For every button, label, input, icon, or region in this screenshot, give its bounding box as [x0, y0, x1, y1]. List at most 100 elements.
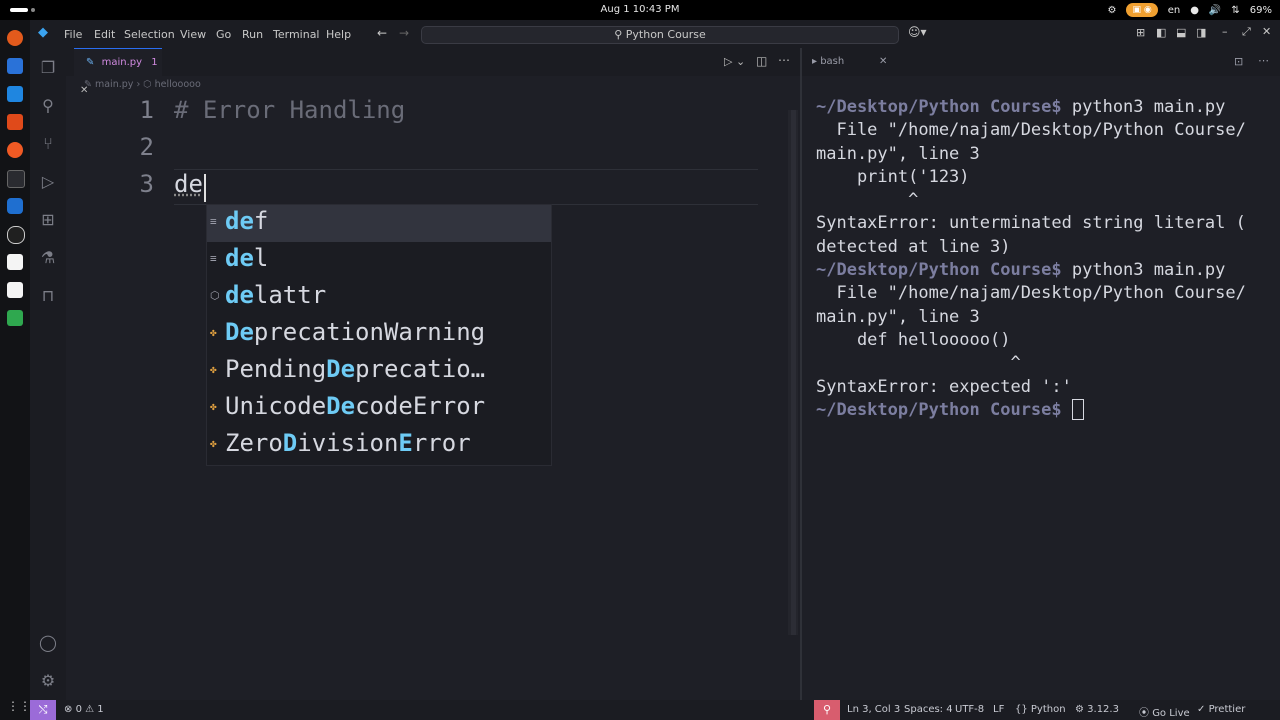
suggestion-item[interactable]: ≡ def	[207, 205, 551, 242]
keyboard-language[interactable]: en	[1168, 5, 1181, 16]
run-file-icon[interactable]: ▷ ⌄	[724, 55, 745, 68]
zoom-icon[interactable]: ⚲	[814, 700, 840, 720]
terminal-text: print('123)	[816, 166, 970, 187]
breadcrumb-file[interactable]: main.py	[95, 79, 133, 90]
firefox-icon[interactable]	[7, 30, 23, 46]
menu-run[interactable]: Run	[242, 28, 263, 41]
show-apps-icon[interactable]: ⋮⋮	[7, 698, 31, 714]
toggle-secondary-sidebar-icon[interactable]: ◨	[1196, 26, 1206, 39]
terminal-text: detected at line 3)	[816, 236, 1011, 257]
suggestion-item[interactable]: ≡ del	[207, 242, 551, 279]
python-icon: ⚙	[1075, 704, 1088, 715]
more-actions-icon[interactable]: ⋯	[778, 53, 790, 67]
vscode-logo-icon: ◆	[38, 25, 48, 40]
terminal-tab[interactable]: ▸ bash	[812, 56, 844, 67]
language-mode[interactable]: {} Python	[1015, 704, 1066, 715]
encoding[interactable]: UTF-8	[955, 704, 984, 715]
split-editor-icon[interactable]: ◫	[756, 54, 767, 68]
remote-icon[interactable]: ⤭	[30, 700, 56, 720]
volume-icon[interactable]: 🔊	[1209, 5, 1221, 16]
menu-view[interactable]: View	[180, 28, 206, 41]
editor-scrollbar-thumb[interactable]	[791, 110, 796, 635]
breadcrumb-symbol[interactable]: hellooooo	[155, 79, 201, 90]
software-center-icon[interactable]	[7, 114, 23, 130]
text-editor-icon[interactable]	[7, 254, 23, 270]
end-of-line[interactable]: LF	[993, 704, 1004, 715]
python-version[interactable]: ⚙ 3.12.3	[1075, 704, 1119, 715]
brave-icon[interactable]	[7, 142, 23, 158]
menu-terminal[interactable]: Terminal	[273, 28, 320, 41]
go-live-button[interactable]: ⦿ Go Live	[1139, 704, 1190, 719]
tab-main-py[interactable]: ✎ main.py 1 ✕	[74, 48, 162, 96]
notification-icon[interactable]: ●	[1190, 5, 1199, 16]
settings-icon[interactable]: ⚙	[1108, 5, 1117, 16]
editor-group: ✎ main.py 1 ✕ ▷ ⌄ ◫ ⋯ ✎ main.py › ⬡ hell…	[66, 48, 800, 700]
toggle-sidebar-icon[interactable]: ◧	[1156, 26, 1166, 39]
suggestion-item[interactable]: ✤ DeprecationWarning	[207, 316, 551, 353]
customize-layout-icon[interactable]: ⊞	[1136, 26, 1145, 39]
close-window-icon[interactable]: ✕	[1262, 25, 1271, 38]
class-icon: ✤	[210, 363, 217, 376]
explorer-icon[interactable]: ❐	[38, 58, 58, 78]
suggestion-text: rror	[412, 429, 471, 457]
extensions-icon[interactable]: ⊞	[38, 210, 58, 230]
problems-indicator[interactable]: ⊗ 0 ⚠ 1	[64, 704, 104, 715]
files-app-icon[interactable]	[7, 282, 23, 298]
activity-bar: ❐ ⚲ ⑂ ▷ ⊞ ⚗ ⊓ ◯ ⚙	[30, 48, 66, 700]
run-debug-icon[interactable]: ▷	[38, 172, 58, 192]
back-arrow-icon[interactable]: ←	[377, 26, 387, 40]
toggle-panel-icon[interactable]: ⬓	[1176, 26, 1186, 39]
suggestion-item[interactable]: ✤ ZeroDivisionError	[207, 427, 551, 464]
battery-level[interactable]: 69%	[1250, 5, 1272, 16]
code-line[interactable]: # Error Handling	[174, 96, 405, 124]
prettier-button[interactable]: ✓ Prettier	[1197, 704, 1245, 715]
terminal-app-icon[interactable]	[7, 170, 25, 188]
search-icon[interactable]: ⚲	[38, 96, 58, 116]
obs-icon[interactable]	[7, 226, 25, 244]
menu-selection[interactable]: Selection	[124, 28, 175, 41]
document-app-icon[interactable]	[7, 58, 23, 74]
suggestion-text: Pending	[225, 355, 327, 383]
cursor-position[interactable]: Ln 3, Col 3	[847, 704, 900, 715]
trash-app-icon[interactable]	[7, 310, 23, 326]
system-clock[interactable]: Aug 1 10:43 PM	[0, 4, 1280, 15]
copilot-icon[interactable]: ☺▾	[908, 25, 927, 39]
terminal-line: ~/Desktop/Python Course$ python3 main.py	[816, 96, 1276, 119]
terminal-text: def hellooooo()	[816, 329, 1011, 350]
lock-icon[interactable]: ⊡	[1234, 55, 1243, 68]
menu-help[interactable]: Help	[326, 28, 351, 41]
terminal-line: File "/home/najam/Desktop/Python Course/	[816, 282, 1276, 305]
account-icon[interactable]: ◯	[38, 633, 58, 653]
vscode-titlebar: ◆ File Edit Selection View Go Run Termin…	[30, 20, 1280, 48]
command-center-search[interactable]: ⚲ Python Course	[421, 26, 899, 44]
testing-icon[interactable]: ⚗	[38, 248, 58, 268]
terminal-command	[1062, 400, 1072, 420]
suggestion-text: l	[253, 244, 269, 272]
current-line-highlight	[174, 169, 758, 205]
suggestion-item[interactable]: ✤ UnicodeDecodeError	[207, 390, 551, 427]
terminal-icon: ▸	[812, 56, 821, 67]
source-control-icon[interactable]: ⑂	[38, 134, 58, 154]
menu-edit[interactable]: Edit	[94, 28, 115, 41]
suggestion-item[interactable]: ⬡ delattr	[207, 279, 551, 316]
terminal-line: ~/Desktop/Python Course$	[816, 399, 1276, 422]
suggestion-item[interactable]: ✤ PendingDeprecatio…	[207, 353, 551, 390]
bookmark-icon[interactable]: ⊓	[38, 286, 58, 306]
vscode-app-icon[interactable]	[7, 198, 23, 214]
manage-gear-icon[interactable]: ⚙	[38, 671, 58, 691]
terminal-output[interactable]: ~/Desktop/Python Course$ python3 main.py…	[816, 96, 1276, 422]
code-line[interactable]: de	[174, 170, 203, 198]
more-actions-icon[interactable]: ⋯	[1258, 54, 1269, 67]
restore-icon[interactable]: ⤢	[1242, 25, 1251, 39]
error-count: 0	[75, 704, 82, 715]
writer-app-icon[interactable]	[7, 86, 23, 102]
minimize-icon[interactable]: –	[1222, 25, 1228, 38]
terminal-close-icon[interactable]: ✕	[879, 56, 887, 67]
error-icon: ⊗	[64, 704, 76, 715]
menu-go[interactable]: Go	[216, 28, 231, 41]
forward-arrow-icon[interactable]: →	[399, 26, 409, 40]
app-indicator-chip[interactable]: ▣ ◉	[1126, 3, 1158, 17]
indentation[interactable]: Spaces: 4	[904, 704, 953, 715]
network-icon[interactable]: ⇅	[1231, 5, 1239, 16]
menu-file[interactable]: File	[64, 28, 82, 41]
